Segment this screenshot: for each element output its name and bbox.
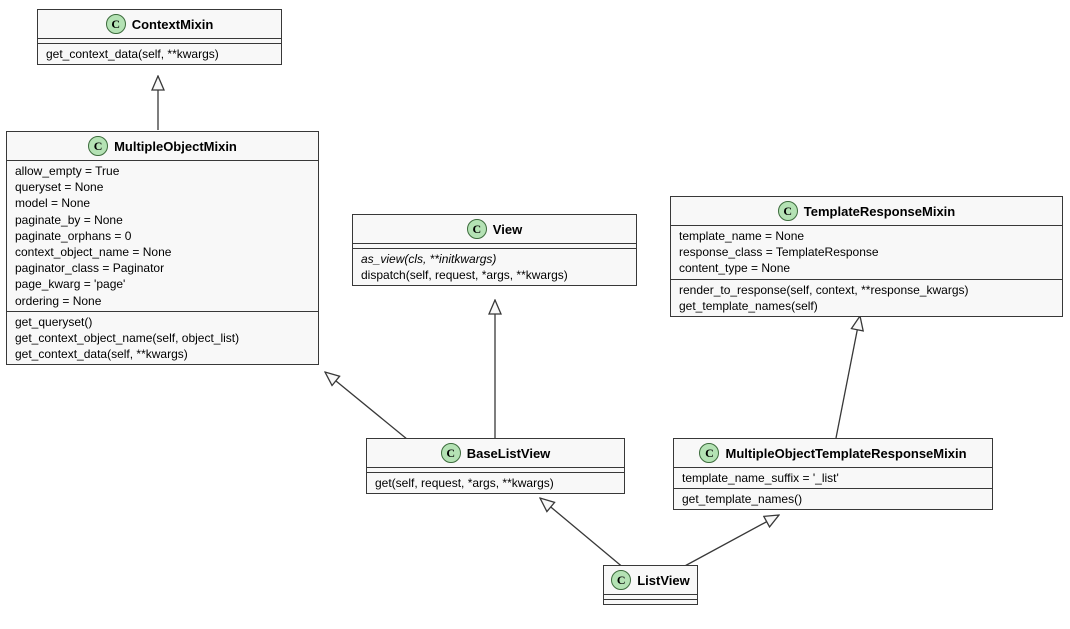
attr: allow_empty = True — [15, 163, 310, 179]
attr: template_name_suffix = '_list' — [682, 470, 984, 486]
method: get(self, request, *args, **kwargs) — [375, 475, 616, 491]
attr: paginator_class = Paginator — [15, 260, 310, 276]
class-header: C BaseListView — [367, 439, 624, 468]
class-icon: C — [106, 14, 126, 34]
class-header: C MultipleObjectMixin — [7, 132, 318, 161]
class-view: C View as_view(cls, **initkwargs) dispat… — [352, 214, 637, 286]
attr: page_kwarg = 'page' — [15, 276, 310, 292]
class-context-mixin: C ContextMixin get_context_data(self, **… — [37, 9, 282, 65]
class-multiple-object-template-response-mixin: C MultipleObjectTemplateResponseMixin te… — [673, 438, 993, 510]
class-header: C View — [353, 215, 636, 244]
class-template-response-mixin: C TemplateResponseMixin template_name = … — [670, 196, 1063, 317]
methods-compartment — [604, 600, 697, 604]
class-icon: C — [699, 443, 719, 463]
attr: paginate_orphans = 0 — [15, 228, 310, 244]
methods-compartment: get_context_data(self, **kwargs) — [38, 44, 281, 64]
class-header: C ListView — [604, 566, 697, 595]
method: dispatch(self, request, *args, **kwargs) — [361, 267, 628, 283]
class-icon: C — [778, 201, 798, 221]
method: render_to_response(self, context, **resp… — [679, 282, 1054, 298]
class-icon: C — [88, 136, 108, 156]
class-icon: C — [441, 443, 461, 463]
methods-compartment: render_to_response(self, context, **resp… — [671, 280, 1062, 316]
method: get_template_names() — [682, 491, 984, 507]
class-name: View — [493, 222, 522, 237]
attr: context_object_name = None — [15, 244, 310, 260]
class-icon: C — [467, 219, 487, 239]
class-header: C MultipleObjectTemplateResponseMixin — [674, 439, 992, 468]
methods-compartment: as_view(cls, **initkwargs) dispatch(self… — [353, 249, 636, 285]
class-name: MultipleObjectTemplateResponseMixin — [725, 446, 966, 461]
attrs-compartment: allow_empty = True queryset = None model… — [7, 161, 318, 312]
method: get_context_data(self, **kwargs) — [15, 346, 310, 362]
methods-compartment: get(self, request, *args, **kwargs) — [367, 473, 624, 493]
attr: paginate_by = None — [15, 212, 310, 228]
class-header: C TemplateResponseMixin — [671, 197, 1062, 226]
attr: content_type = None — [679, 260, 1054, 276]
attr: template_name = None — [679, 228, 1054, 244]
class-list-view: C ListView — [603, 565, 698, 605]
method: get_queryset() — [15, 314, 310, 330]
class-name: ContextMixin — [132, 17, 214, 32]
attr: response_class = TemplateResponse — [679, 244, 1054, 260]
attr: ordering = None — [15, 293, 310, 309]
class-name: ListView — [637, 573, 690, 588]
class-header: C ContextMixin — [38, 10, 281, 39]
methods-compartment: get_queryset() get_context_object_name(s… — [7, 312, 318, 365]
class-name: MultipleObjectMixin — [114, 139, 237, 154]
attrs-compartment: template_name = None response_class = Te… — [671, 226, 1062, 280]
class-base-list-view: C BaseListView get(self, request, *args,… — [366, 438, 625, 494]
attr: queryset = None — [15, 179, 310, 195]
class-icon: C — [611, 570, 631, 590]
method: get_context_data(self, **kwargs) — [46, 46, 273, 62]
methods-compartment: get_template_names() — [674, 489, 992, 509]
class-multiple-object-mixin: C MultipleObjectMixin allow_empty = True… — [6, 131, 319, 365]
class-name: TemplateResponseMixin — [804, 204, 955, 219]
attr: model = None — [15, 195, 310, 211]
attrs-compartment: template_name_suffix = '_list' — [674, 468, 992, 489]
method: get_context_object_name(self, object_lis… — [15, 330, 310, 346]
class-name: BaseListView — [467, 446, 551, 461]
method: as_view(cls, **initkwargs) — [361, 251, 628, 267]
method: get_template_names(self) — [679, 298, 1054, 314]
